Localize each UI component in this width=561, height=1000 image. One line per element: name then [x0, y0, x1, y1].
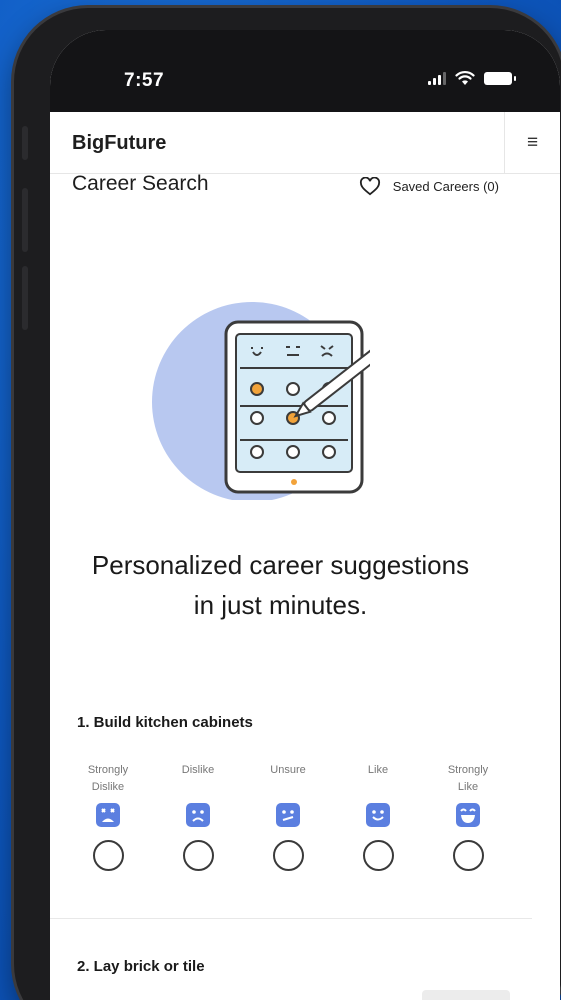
status-time: 7:57: [124, 70, 165, 91]
radio-like[interactable]: [362, 840, 394, 871]
very-sad-face-icon: [96, 803, 120, 827]
hamburger-icon: ≡: [526, 132, 539, 153]
option-dislike[interactable]: Dislike: [156, 762, 240, 871]
career-search-header: Career Search Saved Careers (0): [0, 170, 561, 210]
hero-line-1: Personalized career suggestions: [91, 550, 470, 580]
battery-icon: [484, 71, 516, 85]
sad-face-icon: [186, 803, 210, 827]
mute-switch: [22, 126, 28, 160]
option-label: Strongly Dislike: [88, 762, 128, 796]
option-label: Dislike: [182, 762, 214, 796]
option-label-line2: Like: [457, 781, 479, 793]
option-label-line1: Unsure: [270, 764, 306, 776]
cellular-signal-icon: [428, 71, 446, 85]
option-unsure[interactable]: Unsure: [246, 762, 330, 871]
option-like[interactable]: Like: [336, 762, 420, 871]
saved-careers-link[interactable]: Saved Careers (0): [359, 177, 499, 196]
partial-control: [422, 990, 510, 1000]
wifi-icon: [455, 71, 475, 85]
option-label-line2: Dislike: [91, 781, 125, 793]
status-icons: [428, 70, 516, 86]
question-2-title: 2. Lay brick or tile: [77, 958, 205, 975]
unsure-face-icon: [276, 803, 300, 827]
radio-strongly-dislike[interactable]: [92, 840, 124, 871]
volume-down-button: [22, 266, 28, 330]
menu-button[interactable]: ≡: [504, 112, 560, 174]
hero-headline: Personalized career suggestions in just …: [0, 545, 561, 625]
option-strongly-dislike[interactable]: Strongly Dislike: [66, 762, 150, 871]
section-divider: [50, 918, 532, 919]
option-label: Unsure: [270, 762, 305, 796]
radio-strongly-like[interactable]: [452, 840, 484, 871]
page-title: Career Search: [72, 172, 209, 195]
option-label: Strongly Like: [448, 762, 488, 796]
hero-line-2: in just minutes.: [193, 590, 368, 620]
question-1-options: Strongly Dislike Dislike Unsure Like Str…: [66, 762, 510, 871]
option-strongly-like[interactable]: Strongly Like: [426, 762, 510, 871]
option-label-line1: Like: [367, 764, 389, 776]
top-nav-bar: BigFuture ≡: [50, 112, 560, 174]
question-1-title: 1. Build kitchen cabinets: [77, 714, 253, 731]
radio-unsure[interactable]: [272, 840, 304, 871]
option-label-line1: Dislike: [181, 764, 215, 776]
saved-careers-label: Saved Careers (0): [392, 179, 499, 194]
smile-face-icon: [366, 803, 390, 827]
brand-logo-text[interactable]: BigFuture: [72, 132, 166, 155]
tablet-survey-illustration: [152, 302, 370, 500]
status-bar: 7:57: [50, 30, 560, 112]
big-smile-face-icon: [456, 803, 480, 827]
option-label-line1: Strongly: [447, 764, 489, 776]
heart-outline-icon: [359, 177, 380, 196]
radio-dislike[interactable]: [182, 840, 214, 871]
option-label: Like: [368, 762, 388, 796]
option-label-line1: Strongly: [87, 764, 129, 776]
